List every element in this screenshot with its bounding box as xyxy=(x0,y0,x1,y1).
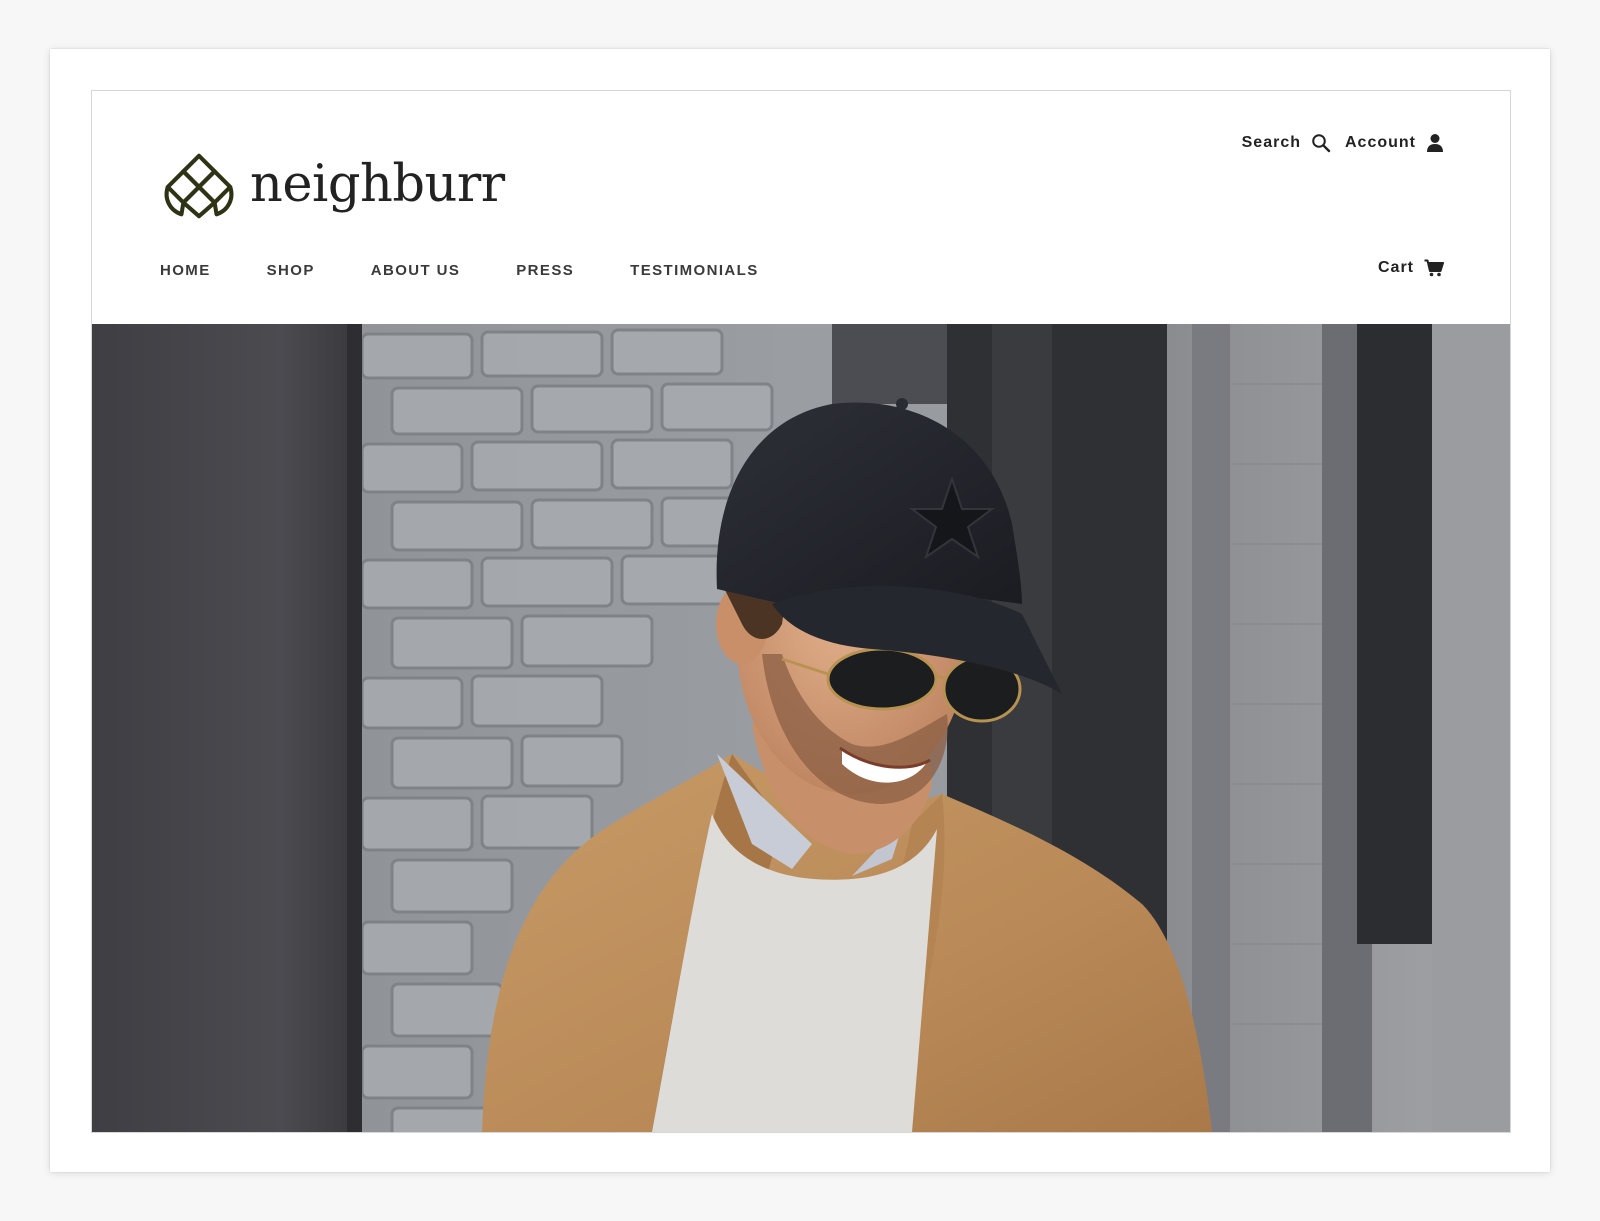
utility-links: Search Account xyxy=(1242,133,1444,153)
brand-logo[interactable]: neighburr xyxy=(160,151,505,221)
website: neighburr Search Account HOME SHOP ABOUT… xyxy=(91,90,1511,1133)
search-icon xyxy=(1312,134,1331,153)
nav-item-press[interactable]: PRESS xyxy=(516,262,574,279)
shopping-cart-icon xyxy=(1424,259,1444,277)
search-label: Search xyxy=(1241,134,1301,151)
account-label: Account xyxy=(1345,134,1416,151)
cart-label: Cart xyxy=(1377,259,1414,276)
diamond-lattice-logo-icon xyxy=(164,153,234,219)
account-link[interactable]: Account xyxy=(1345,133,1444,153)
search-link[interactable]: Search xyxy=(1242,133,1331,153)
user-icon xyxy=(1427,134,1443,152)
hero-banner[interactable] xyxy=(92,324,1510,1132)
brand-name: neighburr xyxy=(250,154,505,214)
hero-image xyxy=(92,324,1510,1132)
nav-item-home[interactable]: HOME xyxy=(160,262,211,279)
nav-item-shop[interactable]: SHOP xyxy=(267,262,315,279)
site-header: neighburr Search Account HOME SHOP ABOUT… xyxy=(92,91,1510,324)
browser-frame: neighburr Search Account HOME SHOP ABOUT… xyxy=(50,49,1550,1172)
nav-item-about-us[interactable]: ABOUT US xyxy=(371,262,461,279)
main-nav: HOME SHOP ABOUT US PRESS TESTIMONIALS xyxy=(160,262,815,279)
nav-item-testimonials[interactable]: TESTIMONIALS xyxy=(630,262,758,279)
cart-link[interactable]: Cart xyxy=(1378,259,1444,277)
